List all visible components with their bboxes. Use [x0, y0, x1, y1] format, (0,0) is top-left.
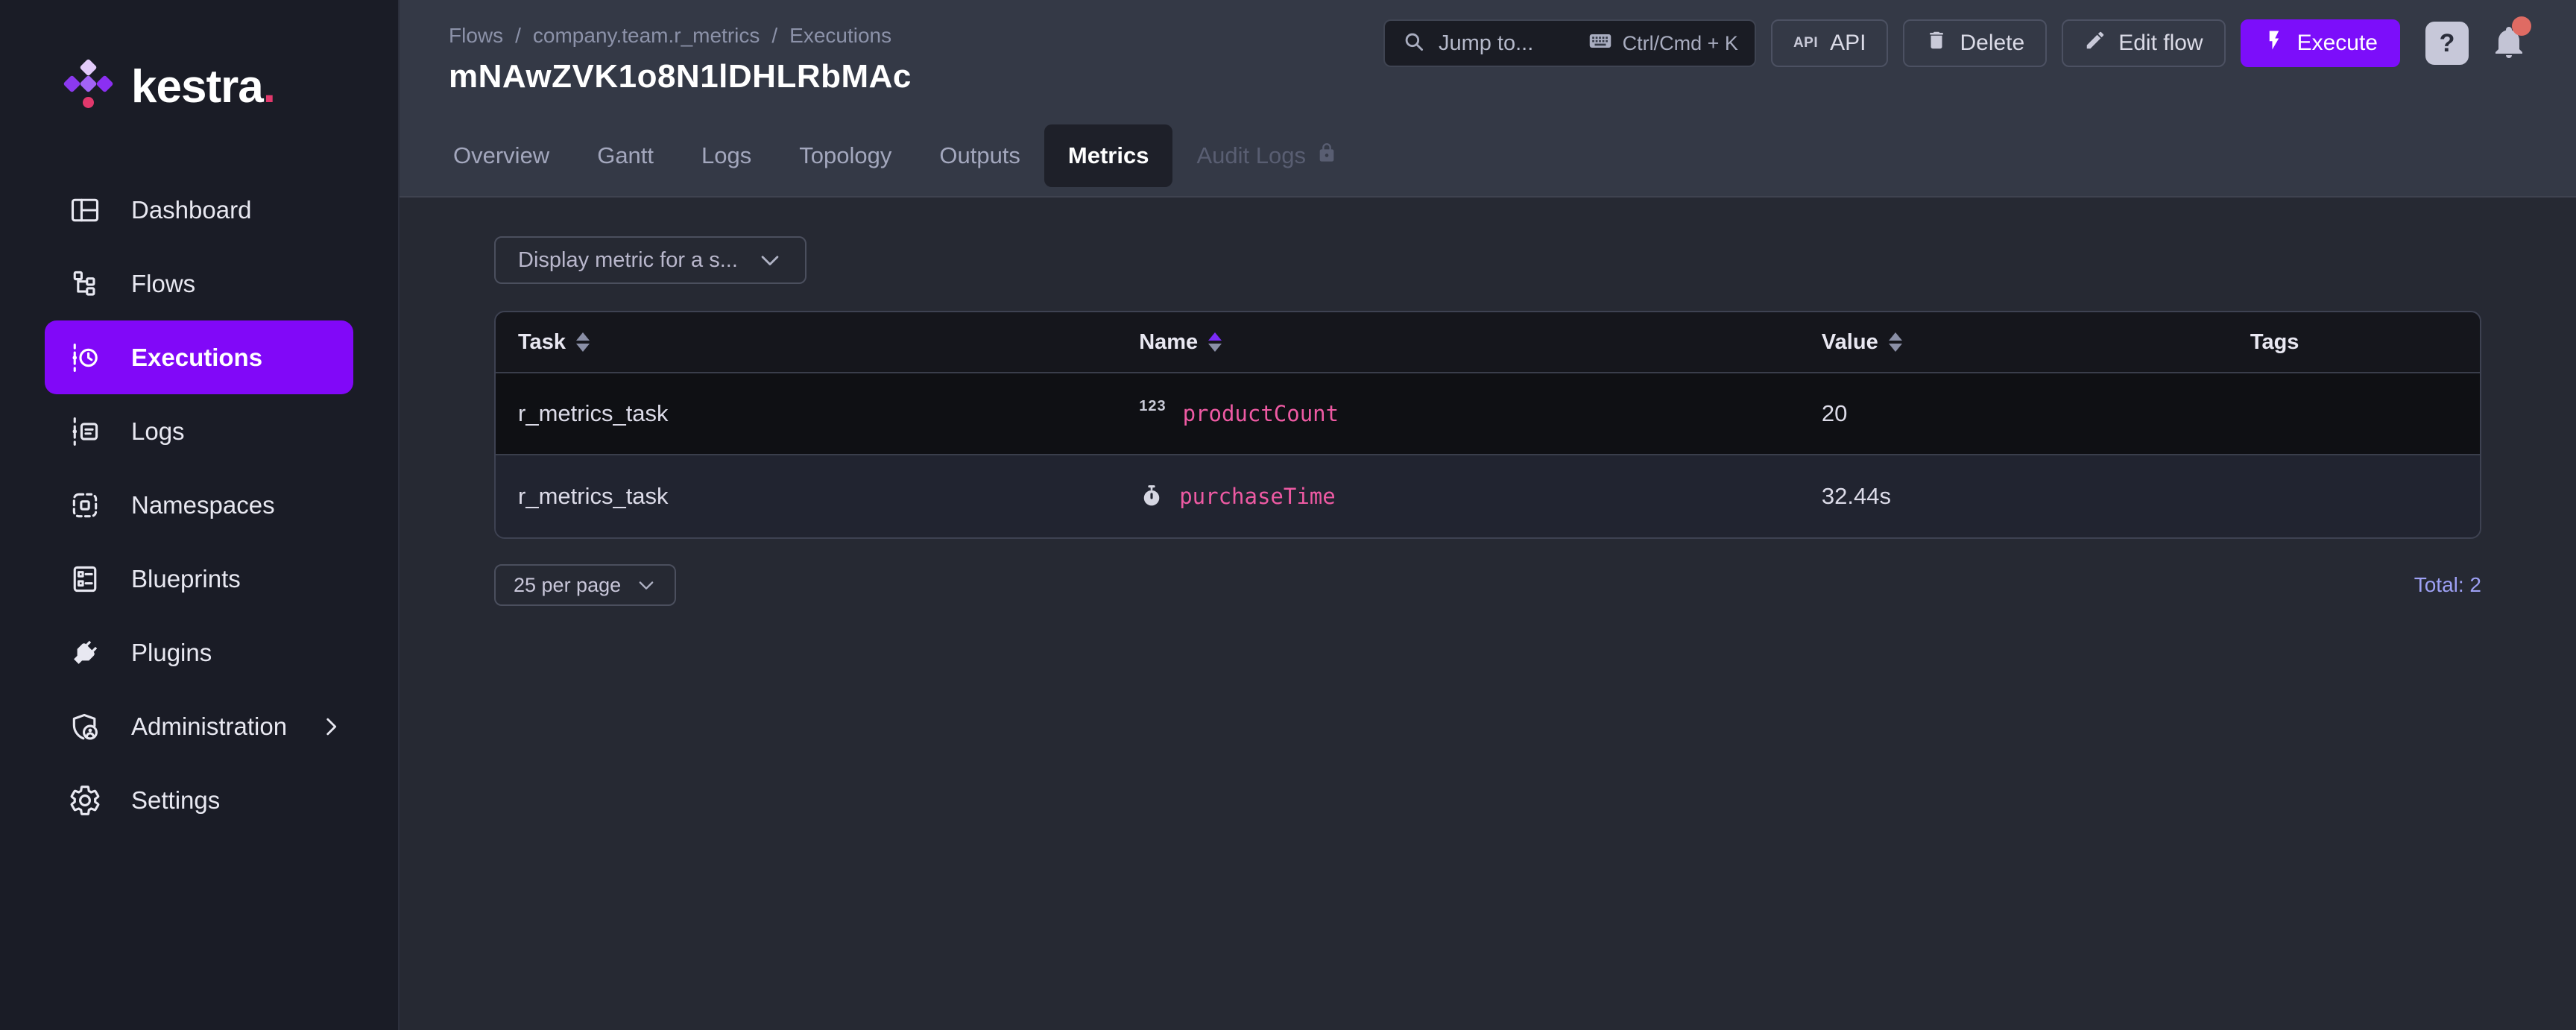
sidebar-item-label: Dashboard [131, 196, 251, 224]
sidebar-item-label: Settings [131, 786, 220, 815]
tab-outputs[interactable]: Outputs [915, 124, 1044, 187]
kestra-logo-text: kestra. [131, 60, 275, 113]
sidebar-item-label: Flows [131, 270, 195, 298]
breadcrumb: Flows / company.team.r_metrics / Executi… [449, 19, 912, 48]
search-shortcut: Ctrl/Cmd + K [1587, 28, 1738, 60]
keyboard-icon [1587, 28, 1614, 60]
logs-icon [69, 415, 101, 448]
numeric-123-icon: 123 [1139, 398, 1166, 415]
question-mark-icon: ? [2440, 29, 2455, 58]
metric-selector-dropdown[interactable]: Display metric for a s... [494, 236, 806, 284]
trash-icon [1925, 29, 1948, 57]
sidebar-item-label: Administration [131, 713, 287, 741]
sidebar-item-flows[interactable]: Flows [45, 247, 353, 320]
tab-bar: Overview Gantt Logs Topology Outputs Met… [400, 115, 2576, 198]
chevron-down-icon [757, 247, 783, 273]
metric-name: productCount [1183, 401, 1339, 426]
sidebar-item-settings[interactable]: Settings [45, 763, 353, 837]
executions-icon [69, 341, 101, 374]
name-cell: 123 productCount [1117, 401, 1799, 426]
column-header-tags: Tags [2228, 330, 2480, 355]
lightning-icon [2263, 29, 2285, 57]
tab-audit-logs: Audit Logs [1172, 124, 1361, 187]
sidebar-item-label: Plugins [131, 639, 212, 667]
api-icon: API [1793, 35, 1818, 51]
breadcrumb-executions[interactable]: Executions [789, 24, 891, 48]
table-row[interactable]: r_metrics_task purchaseTime 32.44s [496, 454, 2480, 537]
kestra-app: kestra. Dashboard Flows Executions [0, 0, 2576, 1030]
table-row[interactable]: r_metrics_task 123 productCount 20 [496, 372, 2480, 454]
metrics-content: Display metric for a s... Task Name [400, 198, 2576, 1030]
timer-icon [1139, 484, 1164, 509]
task-cell: r_metrics_task [496, 400, 1117, 427]
sort-icon[interactable] [1889, 332, 1902, 352]
dashboard-icon [69, 194, 101, 227]
page-header: Flows / company.team.r_metrics / Executi… [400, 0, 2576, 115]
sidebar-item-label: Executions [131, 344, 262, 372]
sidebar-item-administration[interactable]: Administration [45, 689, 353, 763]
tab-gantt[interactable]: Gantt [573, 124, 678, 187]
tab-overview[interactable]: Overview [429, 124, 573, 187]
sidebar-item-logs[interactable]: Logs [45, 394, 353, 468]
column-header-name[interactable]: Name [1117, 330, 1799, 355]
delete-button[interactable]: Delete [1903, 19, 2047, 67]
gear-icon [69, 784, 101, 817]
breadcrumb-namespace[interactable]: company.team.r_metrics [533, 24, 760, 48]
sidebar-item-blueprints[interactable]: Blueprints [45, 542, 353, 616]
sidebar-item-namespaces[interactable]: Namespaces [45, 468, 353, 542]
sort-icon-active[interactable] [1208, 332, 1222, 352]
search-icon [1401, 29, 1427, 58]
kestra-logo-icon [64, 60, 113, 113]
tab-metrics[interactable]: Metrics [1044, 124, 1173, 187]
breadcrumb-separator: / [771, 24, 777, 48]
help-button[interactable]: ? [2425, 22, 2469, 65]
sidebar-item-dashboard[interactable]: Dashboard [45, 173, 353, 247]
breadcrumb-flows[interactable]: Flows [449, 24, 503, 48]
tab-logs[interactable]: Logs [678, 124, 775, 187]
edit-flow-button[interactable]: Edit flow [2062, 19, 2225, 67]
task-cell: r_metrics_task [496, 483, 1117, 510]
execute-button[interactable]: Execute [2241, 19, 2400, 67]
sidebar-item-label: Logs [131, 417, 185, 446]
total-count: Total: 2 [2414, 573, 2481, 597]
administration-icon [69, 710, 101, 743]
chevron-down-icon [636, 575, 657, 595]
sidebar-item-label: Blueprints [131, 565, 241, 593]
sidebar-item-executions[interactable]: Executions [45, 320, 353, 394]
value-cell: 32.44s [1799, 483, 2228, 510]
flows-icon [69, 268, 101, 300]
notifications-button[interactable] [2491, 24, 2527, 63]
lock-icon [1316, 142, 1337, 169]
tab-topology[interactable]: Topology [775, 124, 915, 187]
metrics-table: Task Name Value Tags [494, 311, 2481, 539]
value-cell: 20 [1799, 400, 2228, 427]
sidebar-menu: Dashboard Flows Executions Logs [0, 173, 398, 837]
table-header-row: Task Name Value Tags [496, 312, 2480, 372]
sidebar-item-plugins[interactable]: Plugins [45, 616, 353, 689]
jump-to-search[interactable]: Ctrl/Cmd + K [1383, 19, 1756, 67]
namespaces-icon [69, 489, 101, 522]
metric-name: purchaseTime [1179, 484, 1336, 509]
chevron-right-icon [318, 714, 344, 739]
header-actions: Ctrl/Cmd + K API API Delete [1383, 19, 2527, 67]
column-header-value[interactable]: Value [1799, 330, 2228, 355]
notification-badge [2512, 16, 2531, 36]
pencil-icon [2084, 29, 2106, 57]
kestra-logo[interactable]: kestra. [0, 0, 398, 113]
plugins-icon [69, 636, 101, 669]
page-title: mNAwZVK1o8N1lDHLRbMAc [449, 58, 912, 95]
api-button[interactable]: API API [1771, 19, 1889, 67]
name-cell: purchaseTime [1117, 484, 1799, 509]
sort-icon[interactable] [576, 332, 590, 352]
main-area: Flows / company.team.r_metrics / Executi… [400, 0, 2576, 1030]
sidebar: kestra. Dashboard Flows Executions [0, 0, 400, 1030]
breadcrumb-separator: / [515, 24, 521, 48]
column-header-task[interactable]: Task [496, 330, 1117, 355]
blueprints-icon [69, 563, 101, 595]
per-page-dropdown[interactable]: 25 per page [494, 564, 676, 606]
search-input[interactable] [1439, 31, 1575, 56]
sidebar-item-label: Namespaces [131, 491, 275, 519]
